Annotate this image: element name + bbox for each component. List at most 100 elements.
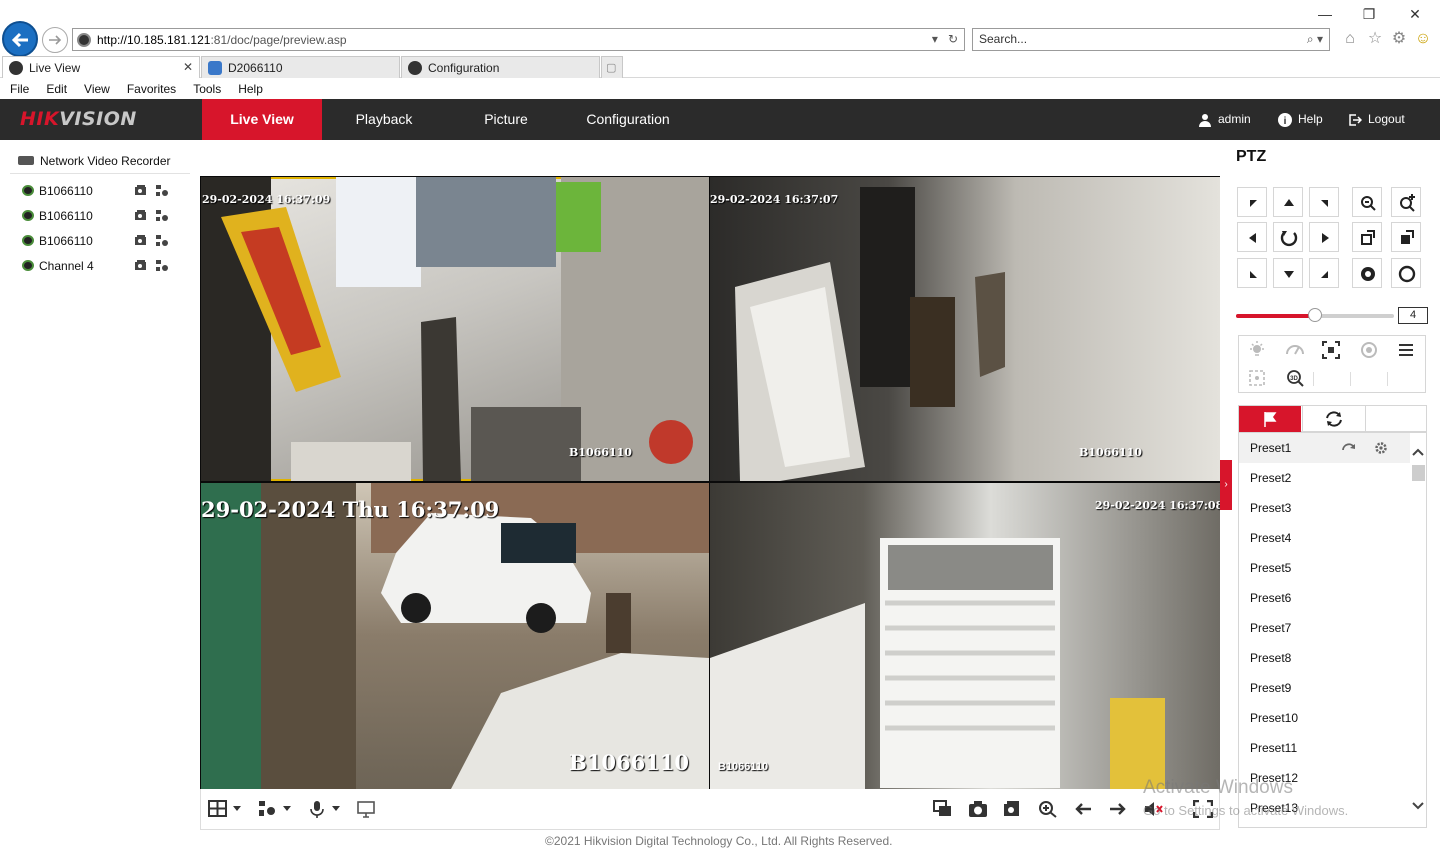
panel-collapse-toggle[interactable]: › [1220,460,1232,510]
iris-open-button[interactable] [1352,258,1382,288]
tab-patrols[interactable] [1302,406,1364,432]
tree-channel-4[interactable]: Channel 4 [10,253,190,278]
tree-root-nvr[interactable]: Network Video Recorder [10,148,190,174]
chevron-up-icon[interactable] [1410,445,1426,459]
home-icon[interactable]: ⌂ [1340,30,1360,50]
tree-channel-1[interactable]: B1066110 [10,178,190,203]
refresh-icon[interactable]: ↻ [948,32,958,46]
smiley-icon[interactable]: ☺ [1413,30,1433,50]
stream-settings-icon[interactable] [155,234,169,247]
ptz-up-left-button[interactable] [1237,187,1267,217]
gear-icon[interactable]: ⚙ [1389,30,1409,50]
address-bar[interactable]: http://10.185.181.121:81/doc/page/previe… [72,28,965,51]
new-tab-button[interactable]: ▢ [601,56,623,78]
ptz-right-button[interactable] [1309,222,1339,252]
tree-channel-3[interactable]: B1066110 [10,228,190,253]
manual-tracking-icon[interactable] [1247,368,1267,388]
call-preset-icon[interactable] [1342,441,1356,455]
list-item[interactable]: Preset7 [1239,613,1411,643]
menu-tools[interactable]: Tools [193,82,221,96]
user-menu[interactable]: admin [1198,99,1251,140]
ptz-down-button[interactable] [1273,258,1303,288]
prev-page-icon[interactable] [356,800,376,818]
digital-zoom-icon[interactable] [1038,800,1058,818]
menu-favorites[interactable]: Favorites [127,82,176,96]
record-stream-icon[interactable] [134,209,148,222]
scrollbar-thumb[interactable] [1412,465,1425,481]
dropdown-icon[interactable]: ▾ [932,32,938,46]
capture-camera-icon[interactable] [968,800,988,818]
tab-d2066110[interactable]: D2066110 [201,56,400,78]
tab-live-view[interactable]: Live View [202,99,322,140]
light-icon[interactable] [1247,340,1267,360]
menu-edit[interactable]: Edit [46,82,67,96]
ptz-up-button[interactable] [1273,187,1303,217]
speed-slider-handle[interactable] [1308,308,1322,322]
menu-view[interactable]: View [84,82,110,96]
zoom-in-button[interactable] [1391,187,1421,217]
video-tile-4[interactable]: 29-02-2024 16:37:08 B1066110 [710,483,1220,789]
list-item[interactable]: Preset3 [1239,493,1411,523]
list-item[interactable]: Preset6 [1239,583,1411,613]
tab-configuration[interactable]: Configuration [401,56,600,78]
back-button[interactable] [2,21,38,57]
list-item[interactable]: Preset2 [1239,463,1411,493]
logout-link[interactable]: Logout [1348,99,1405,140]
close-window-button[interactable]: ✕ [1395,4,1435,24]
tab-configuration[interactable]: Configuration [568,99,688,140]
close-tab-icon[interactable]: ✕ [183,60,193,74]
maximize-button[interactable]: ❐ [1349,4,1389,24]
focus-far-button[interactable] [1391,222,1421,252]
list-item[interactable]: Preset1 [1239,433,1411,463]
tab-picture[interactable]: Picture [446,99,566,140]
arrow-left-icon[interactable] [1073,800,1093,818]
iris-close-button[interactable] [1391,258,1421,288]
ptz-down-left-button[interactable] [1237,258,1267,288]
window-layout-icon[interactable] [208,800,228,818]
tab-playback[interactable]: Playback [324,99,444,140]
record-stream-icon[interactable] [134,259,148,272]
microphone-icon[interactable] [307,800,327,818]
stop-all-preview-icon[interactable] [933,800,953,818]
chevron-down-icon[interactable] [1410,799,1426,813]
ptz-speed-value[interactable]: 4 [1398,307,1428,324]
record-stream-icon[interactable] [134,184,148,197]
list-item[interactable]: Preset10 [1239,703,1411,733]
chevron-down-icon[interactable] [332,806,340,811]
forward-button[interactable] [42,27,68,53]
chevron-down-icon[interactable] [233,806,241,811]
ptz-down-right-button[interactable] [1309,258,1339,288]
list-item[interactable]: Preset8 [1239,643,1411,673]
video-tile-2[interactable]: 29-02-2024 16:37:07 B1066110 [710,177,1220,481]
favorites-star-icon[interactable]: ☆ [1365,30,1385,50]
3d-positioning-icon[interactable] [1321,340,1341,360]
menu-icon[interactable] [1396,340,1416,360]
list-item[interactable]: Preset9 [1239,673,1411,703]
ptz-speed-slider[interactable] [1236,308,1394,322]
chevron-down-icon[interactable] [283,806,291,811]
stream-settings-icon[interactable] [155,259,169,272]
list-item[interactable]: Preset11 [1239,733,1411,763]
stream-settings-icon[interactable] [155,184,169,197]
tab-live-view[interactable]: Live View ✕ [2,56,200,78]
tree-channel-2[interactable]: B1066110 [10,203,190,228]
ptz-up-right-button[interactable] [1309,187,1339,217]
3d-zoom-icon[interactable]: 3D [1285,368,1305,388]
wiper-icon[interactable] [1285,340,1305,360]
ptz-left-button[interactable] [1237,222,1267,252]
tab-presets[interactable] [1239,406,1301,432]
arrow-right-icon[interactable] [1108,800,1128,818]
menu-file[interactable]: File [10,82,29,96]
zoom-out-button[interactable] [1352,187,1382,217]
search-input[interactable]: Search... ⌕ ▾ [972,28,1330,51]
minimize-button[interactable]: — [1305,4,1345,24]
ptz-auto-button[interactable] [1273,222,1303,252]
list-item[interactable]: Preset4 [1239,523,1411,553]
focus-near-button[interactable] [1352,222,1382,252]
tab-pattern[interactable] [1365,406,1427,432]
help-link[interactable]: i Help [1278,99,1323,140]
search-icon[interactable]: ⌕ ▾ [1307,29,1323,50]
stream-settings-icon[interactable] [155,209,169,222]
stream-type-icon[interactable] [258,800,278,818]
record-stream-icon[interactable] [134,234,148,247]
